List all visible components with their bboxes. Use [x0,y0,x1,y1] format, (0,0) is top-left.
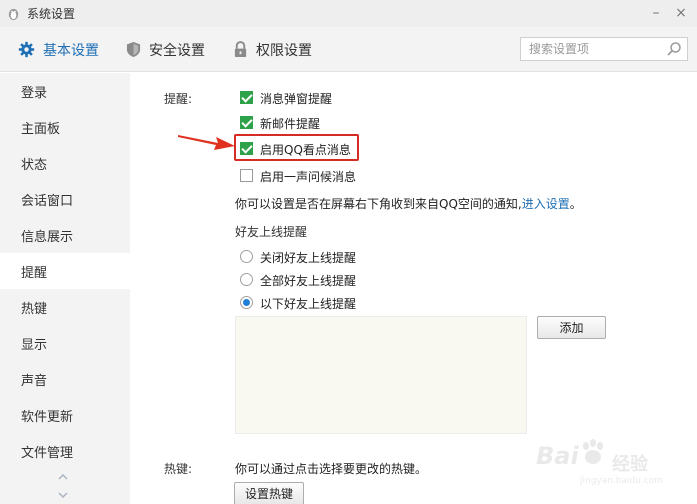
lock-icon [234,41,247,57]
option-new-mail[interactable]: 新邮件提醒 [260,115,320,132]
info-text: 你可以设置是否在屏幕右下角收到来自QQ空间的通知, [235,197,522,211]
search-icon[interactable] [666,41,682,57]
watermark-url: jingyan.baidu.com [580,476,664,486]
window-title: 系统设置 [27,7,76,21]
sidebar-item-reminder[interactable]: 提醒 [0,253,130,289]
radio-all-friend-online[interactable] [240,273,253,286]
tab-basic-settings[interactable]: 基本设置 [18,27,99,72]
scroll-down-icon[interactable] [57,491,69,499]
friend-online-label: 好友上线提醒 [235,225,308,239]
penguin-icon [8,8,19,21]
radio-selected-friend-online[interactable] [240,296,253,309]
hotkey-description: 你可以通过点击选择要更改的热键。 [235,462,428,476]
option-close-friend-online[interactable]: 关闭好友上线提醒 [260,249,356,266]
qzone-notification-info: 你可以设置是否在屏幕右下角收到来自QQ空间的通知,进入设置。 [235,195,582,212]
option-message-popup[interactable]: 消息弹窗提醒 [260,90,332,107]
sidebar-item-display[interactable]: 显示 [0,325,130,361]
checkbox-message-popup[interactable] [240,91,253,104]
red-arrow-icon [178,135,235,150]
option-selected-friend-online[interactable]: 以下好友上线提醒 [260,295,356,312]
watermark-suffix: 经验 [612,454,648,475]
option-all-friend-online[interactable]: 全部好友上线提醒 [260,272,356,289]
sidebar-item-file-management[interactable]: 文件管理 [0,433,130,469]
tab-security-settings[interactable]: 安全设置 [126,27,205,72]
set-hotkey-button[interactable]: 设置热键 [234,482,304,504]
add-friend-button[interactable]: 添加 [537,316,606,339]
search-input[interactable] [521,38,656,60]
gear-icon [18,41,35,58]
settings-toolbar: 基本设置 安全设置 权限设置 [0,27,697,72]
option-qq-kandian[interactable]: 启用QQ看点消息 [260,141,351,158]
baidu-watermark: Bai 经验 jingyan.baidu.com [530,428,690,498]
tab-basic-settings-label: 基本设置 [43,42,99,59]
sidebar-item-login[interactable]: 登录 [0,73,130,109]
minimize-button[interactable]: – [646,3,666,23]
search-box [520,37,688,61]
sidebar-item-hotkey[interactable]: 热键 [0,289,130,325]
friend-list-box[interactable] [235,316,527,434]
tab-permission-settings-label: 权限设置 [256,42,312,59]
title-bar: 系统设置 – × [0,0,697,27]
sidebar-item-status[interactable]: 状态 [0,145,130,181]
scroll-up-icon[interactable] [57,473,69,481]
sidebar-item-main-panel[interactable]: 主面板 [0,109,130,145]
checkbox-greeting[interactable] [240,169,253,182]
settings-sidebar: 登录 主面板 状态 会话窗口 信息展示 提醒 热键 显示 声音 软件更新 文件管… [0,73,130,504]
reminder-section-label: 提醒: [164,92,193,106]
checkbox-qq-kandian[interactable] [240,142,253,155]
sidebar-item-info-display[interactable]: 信息展示 [0,217,130,253]
tab-security-settings-label: 安全设置 [149,42,205,59]
watermark-brand: Bai [536,442,579,470]
option-greeting[interactable]: 启用一声问候消息 [260,168,356,185]
shield-icon [126,42,141,57]
paw-icon [583,439,603,464]
checkbox-new-mail[interactable] [240,116,253,129]
tab-permission-settings[interactable]: 权限设置 [233,27,312,72]
enter-settings-link[interactable]: 进入设置 [522,197,570,211]
info-end: 。 [569,197,582,211]
sidebar-item-software-update[interactable]: 软件更新 [0,397,130,433]
radio-close-friend-online[interactable] [240,250,253,263]
hotkey-section-label: 热键: [164,462,193,476]
sidebar-item-chat-window[interactable]: 会话窗口 [0,181,130,217]
close-button[interactable]: × [671,3,691,23]
sidebar-item-sound[interactable]: 声音 [0,361,130,397]
